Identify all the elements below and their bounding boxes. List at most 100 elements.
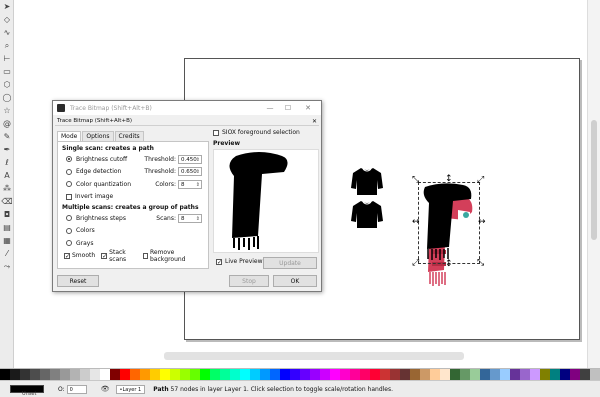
zoom-icon[interactable]: ⌕ [2,41,12,51]
palette-swatch[interactable] [290,369,300,380]
palette-swatch[interactable] [360,369,370,380]
palette-swatch[interactable] [220,369,230,380]
scale-handle-sw[interactable]: ⤢ [412,259,419,268]
palette-swatch[interactable] [200,369,210,380]
palette-swatch[interactable] [210,369,220,380]
maximize-button[interactable]: ☐ [281,102,295,114]
edge-detection-radio[interactable] [66,168,72,175]
palette-swatch[interactable] [160,369,170,380]
palette-swatch[interactable] [60,369,70,380]
palette-swatch[interactable] [530,369,540,380]
palette-swatch[interactable] [10,369,20,380]
palette-swatch[interactable] [250,369,260,380]
dropper-icon[interactable]: ⁄ [2,249,12,259]
spray-icon[interactable]: ⁂ [2,184,12,194]
brightness-steps-radio[interactable] [66,215,72,222]
palette-swatch[interactable] [130,369,140,380]
scale-handle-se[interactable]: ⤡ [477,259,484,268]
siox-checkbox[interactable] [213,129,219,136]
palette-swatch[interactable] [50,369,60,380]
palette-swatch[interactable] [410,369,420,380]
palette-swatch[interactable] [240,369,250,380]
scale-handle-s[interactable]: ↕ [445,260,453,269]
palette-swatch[interactable] [520,369,530,380]
scrollbar-thumb[interactable] [591,120,597,240]
palette-swatch[interactable] [340,369,350,380]
horizontal-scrollbar[interactable] [164,352,464,360]
tab-credits[interactable]: Credits [114,131,144,141]
ok-button[interactable]: OK [273,275,317,287]
palette-swatch[interactable] [580,369,590,380]
palette-swatch[interactable] [490,369,500,380]
opacity-input[interactable]: 0 [66,384,87,394]
mesh-icon[interactable]: ▦ [2,236,12,246]
sweater-icon-top[interactable] [350,166,384,196]
palette-swatch[interactable] [120,369,130,380]
palette-swatch[interactable] [500,369,510,380]
palette-swatch[interactable] [230,369,240,380]
palette-swatch[interactable] [440,369,450,380]
palette-swatch[interactable] [460,369,470,380]
palette-swatch[interactable] [390,369,400,380]
palette-swatch[interactable] [20,369,30,380]
palette-swatch[interactable] [560,369,570,380]
scans-input[interactable]: 8 [178,213,202,223]
tab-mode[interactable]: Mode [57,131,82,141]
palette-swatch[interactable] [170,369,180,380]
palette-swatch[interactable] [510,369,520,380]
palette-swatch[interactable] [540,369,550,380]
spiral-icon[interactable]: @ [2,119,12,129]
pen-icon[interactable]: ✒ [2,145,12,155]
minimize-button[interactable]: — [263,102,277,114]
palette-swatch[interactable] [190,369,200,380]
scale-handle-n[interactable]: ↕ [445,175,453,184]
panel-close-icon[interactable]: ✕ [312,117,317,126]
palette-swatch[interactable] [70,369,80,380]
vertical-scrollbar[interactable] [587,0,600,368]
close-button[interactable]: ✕ [301,102,315,114]
palette-swatch[interactable] [180,369,190,380]
palette-swatch[interactable] [380,369,390,380]
gradient-icon[interactable]: ▤ [2,223,12,233]
ellipse-icon[interactable]: ◯ [2,93,12,103]
palette-swatch[interactable] [40,369,50,380]
eye-icon[interactable]: 👁 [101,385,110,393]
eraser-icon[interactable]: ⌫ [1,197,12,207]
update-button[interactable]: Update [263,257,317,269]
box3d-icon[interactable]: ⬡ [2,80,12,90]
palette-swatch[interactable] [480,369,490,380]
palette-swatch[interactable] [80,369,90,380]
bucket-icon[interactable]: ◘ [2,210,12,220]
palette-swatch[interactable] [300,369,310,380]
selector-icon[interactable]: ➤ [2,2,12,12]
remove-background-checkbox[interactable] [142,252,148,259]
scale-handle-nw[interactable]: ⤡ [412,176,419,185]
brightness-cutoff-radio[interactable] [66,156,72,163]
tweak-icon[interactable]: ∿ [2,28,12,38]
scale-handle-ne[interactable]: ⤢ [477,176,484,185]
calligraphy-icon[interactable]: ℓ [2,158,12,168]
palette-swatch[interactable] [140,369,150,380]
palette-swatch[interactable] [430,369,440,380]
palette-swatch[interactable] [90,369,100,380]
layer-select[interactable]: •Layer 1 [115,384,146,394]
connector-icon[interactable]: ⤳ [2,262,12,272]
tab-options[interactable]: Options [82,131,114,141]
palette-swatch[interactable] [0,369,10,380]
palette-swatch[interactable] [100,369,110,380]
palette-swatch[interactable] [320,369,330,380]
node-icon[interactable]: ◇ [2,15,12,25]
dialog-titlebar[interactable]: Trace Bitmap (Shift+Alt+B) — ☐ ✕ [53,101,321,115]
palette-swatch[interactable] [350,369,360,380]
reset-button[interactable]: Reset [57,275,99,287]
live-preview-checkbox[interactable]: ✓ [216,258,222,265]
stack-scans-checkbox[interactable]: ✓ [101,252,107,259]
sweater-icon-bottom[interactable] [350,199,384,229]
scale-handle-w[interactable]: ↔ [412,218,420,227]
palette-swatch[interactable] [150,369,160,380]
palette-swatch[interactable] [570,369,580,380]
palette-swatch[interactable] [470,369,480,380]
colors-radio[interactable] [66,227,72,234]
palette-swatch[interactable] [590,369,600,380]
palette-swatch[interactable] [110,369,120,380]
